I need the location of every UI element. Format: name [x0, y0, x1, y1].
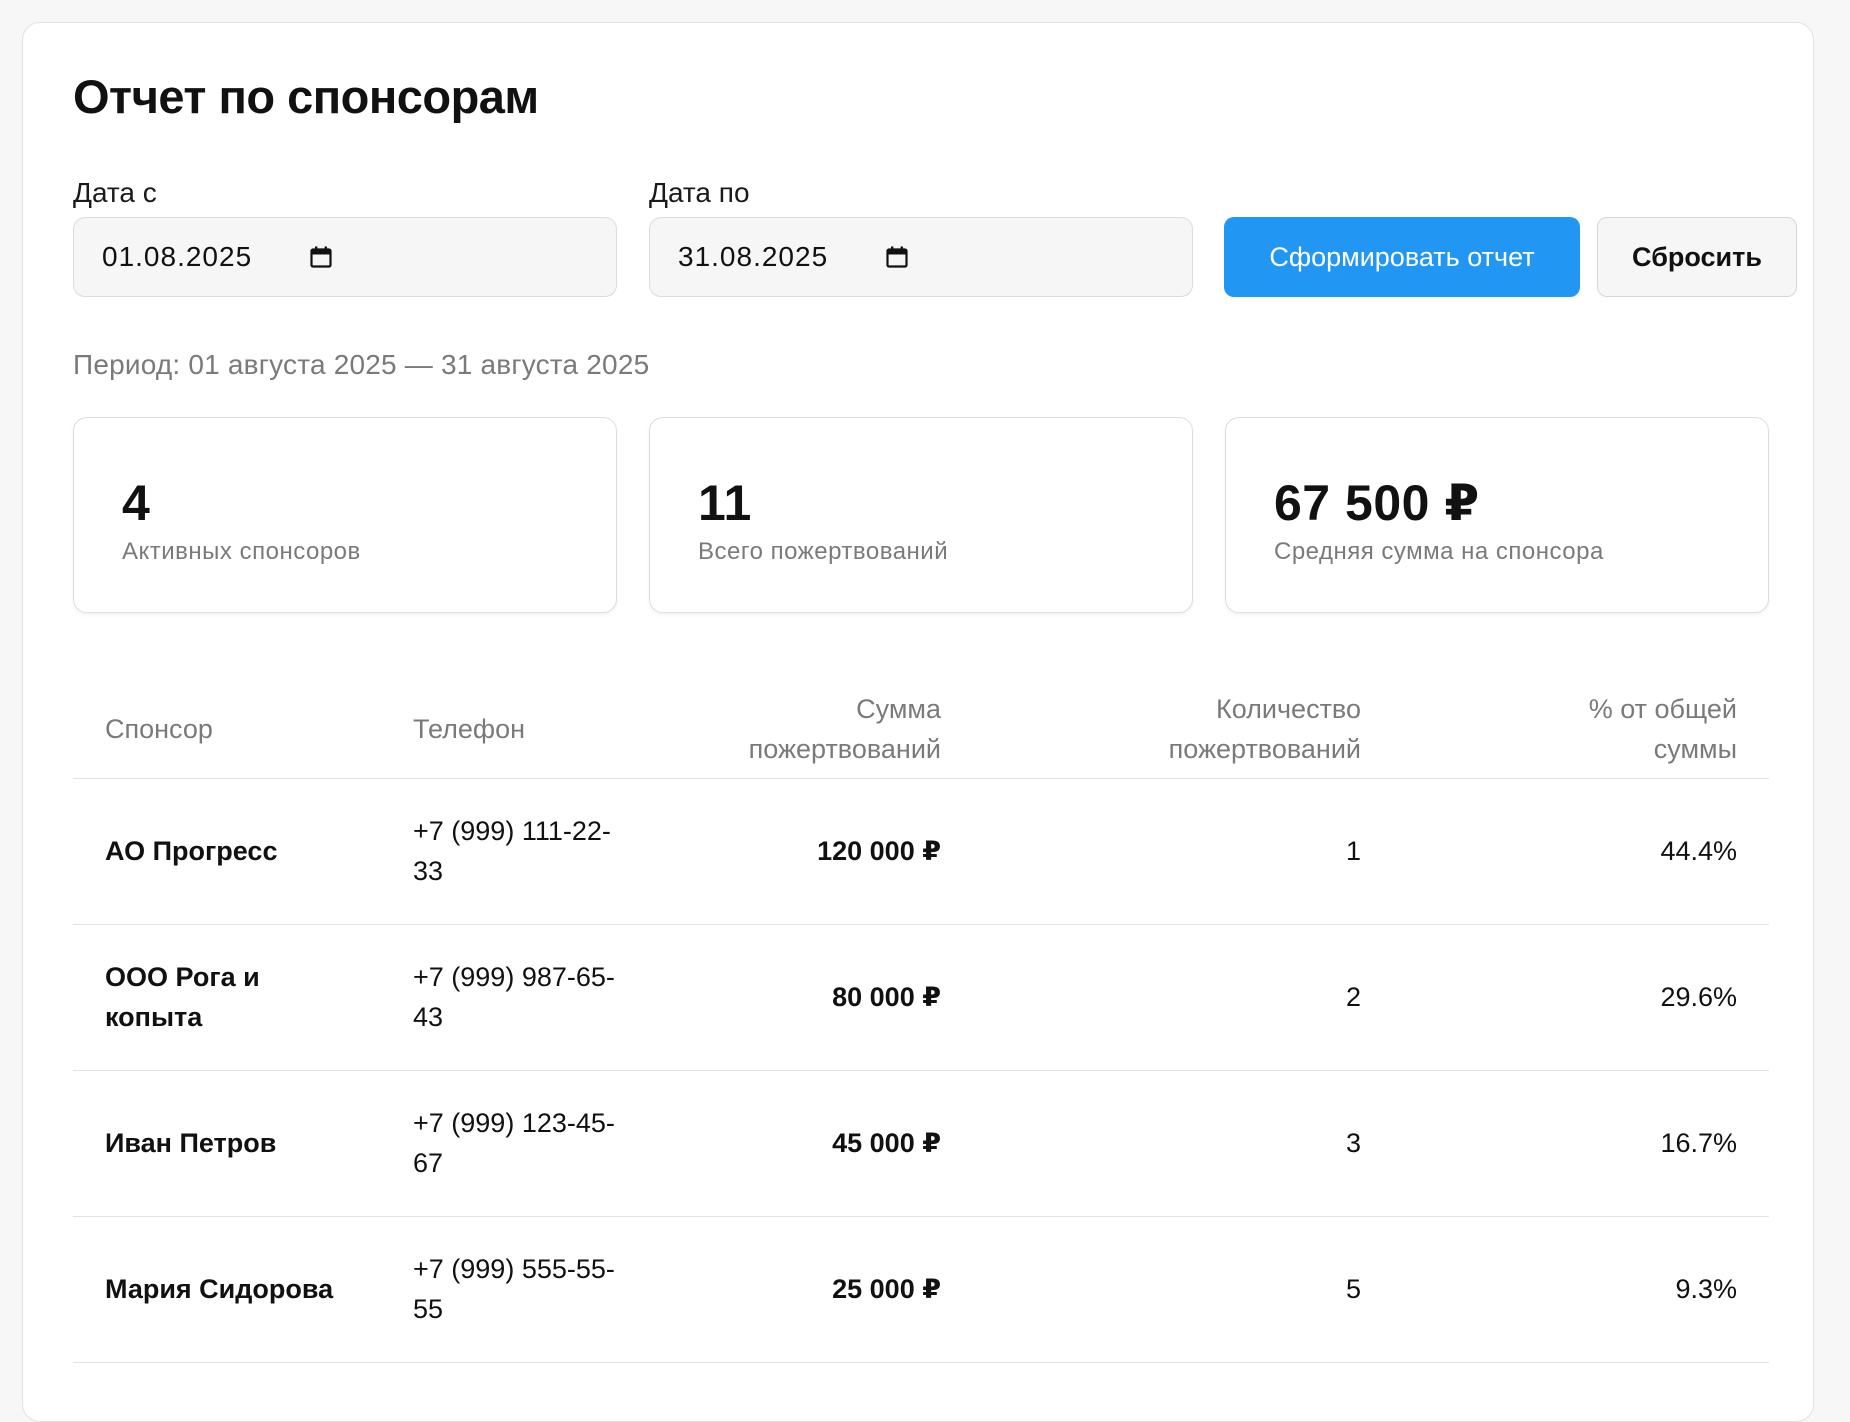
sponsor-name-line1: АО Прогресс: [105, 836, 278, 866]
sponsor-phone-line1: +7 (999) 123-45-: [413, 1108, 615, 1138]
sponsor-percent: 29.6%: [1660, 982, 1737, 1012]
stat-card-active-sponsors: 4 Активных спонсоров: [73, 417, 617, 613]
sponsor-phone-line2: 33: [413, 856, 444, 886]
stat-label: Всего пожертвований: [698, 538, 949, 565]
sponsor-name: Иван Петров: [105, 1123, 385, 1163]
sponsor-name-line1: Иван Петров: [105, 1128, 277, 1158]
sponsor-phone: +7 (999) 555-55- 55: [413, 1249, 653, 1329]
header-sum-line1: Сумма: [856, 694, 941, 724]
sponsor-name: АО Прогресс: [105, 831, 385, 871]
header-phone: Телефон: [413, 714, 526, 744]
header-count-line2: пожертвований: [1168, 734, 1361, 764]
sponsor-phone: +7 (999) 987-65- 43: [413, 957, 653, 1037]
sponsor-phone: +7 (999) 123-45- 67: [413, 1103, 653, 1183]
table-row: Мария Сидорова +7 (999) 555-55- 55 25 00…: [73, 1217, 1769, 1363]
sponsor-percent: 9.3%: [1675, 1274, 1737, 1304]
sponsor-name-line1: ООО Рога и: [105, 962, 260, 992]
date-from-input[interactable]: 01.08.2025: [73, 217, 617, 297]
header-count: Количество пожертвований: [1013, 689, 1361, 769]
header-count-line1: Количество: [1216, 694, 1361, 724]
date-to-label: Дата по: [649, 177, 750, 208]
generate-report-button[interactable]: Сформировать отчет: [1224, 217, 1580, 297]
stat-label: Средняя сумма на спонсора: [1274, 538, 1604, 565]
header-sponsor: Спонсор: [105, 714, 213, 744]
sponsor-percent: 44.4%: [1660, 836, 1737, 866]
stat-value: 67 500 ₽: [1274, 475, 1480, 531]
stat-label: Активных спонсоров: [122, 538, 361, 565]
table-row: ООО Рога и копыта +7 (999) 987-65- 43 80…: [73, 925, 1769, 1071]
report-card: Отчет по спонсорам Дата с 01.08.2025 Дат…: [22, 22, 1814, 1422]
stat-value: 4: [122, 475, 151, 531]
sponsor-phone-line2: 67: [413, 1148, 444, 1178]
sponsor-phone-line1: +7 (999) 987-65-: [413, 962, 615, 992]
sponsor-name-line1: Мария Сидорова: [105, 1274, 334, 1304]
sponsor-phone-line1: +7 (999) 555-55-: [413, 1254, 615, 1284]
sponsor-count: 3: [1345, 1128, 1361, 1158]
reset-button[interactable]: Сбросить: [1597, 217, 1797, 297]
stat-value: 11: [698, 475, 752, 531]
calendar-icon[interactable]: [886, 246, 908, 268]
stat-card-average-sum: 67 500 ₽ Средняя сумма на спонсора: [1225, 417, 1769, 613]
calendar-icon[interactable]: [310, 246, 332, 268]
sponsor-name: Мария Сидорова: [105, 1269, 385, 1309]
sponsors-table: Спонсор Телефон Сумма пожертвований Коли…: [73, 659, 1769, 1363]
sponsor-name: ООО Рога и копыта: [105, 957, 385, 1037]
date-from-label: Дата с: [73, 177, 157, 208]
table-header-row: Спонсор Телефон Сумма пожертвований Коли…: [73, 659, 1769, 779]
sponsor-sum: 80 000 ₽: [832, 982, 941, 1012]
header-sum-line2: пожертвований: [748, 734, 941, 764]
sponsor-percent: 16.7%: [1660, 1128, 1737, 1158]
sponsor-sum: 120 000 ₽: [817, 836, 941, 866]
stat-card-total-donations: 11 Всего пожертвований: [649, 417, 1193, 613]
page-title: Отчет по спонсорам: [73, 70, 539, 123]
header-percent-line2: суммы: [1653, 734, 1737, 764]
period-text: Период: 01 августа 2025 — 31 августа 202…: [73, 349, 650, 380]
sponsor-phone-line1: +7 (999) 111-22-: [413, 816, 611, 846]
date-from-value: 01.08.2025: [102, 241, 253, 272]
sponsor-count: 2: [1345, 982, 1361, 1012]
sponsor-phone-line2: 55: [413, 1294, 444, 1324]
table-row: АО Прогресс +7 (999) 111-22- 33 120 000 …: [73, 779, 1769, 925]
sponsor-phone: +7 (999) 111-22- 33: [413, 811, 653, 891]
table-row: Иван Петров +7 (999) 123-45- 67 45 000 ₽…: [73, 1071, 1769, 1217]
date-to-input[interactable]: 31.08.2025: [649, 217, 1193, 297]
date-to-value: 31.08.2025: [678, 241, 829, 272]
header-percent: % от общей суммы: [1413, 689, 1737, 769]
sponsor-sum: 25 000 ₽: [832, 1274, 941, 1304]
sponsor-count: 1: [1345, 836, 1361, 866]
sponsor-count: 5: [1345, 1274, 1361, 1304]
header-sum: Сумма пожертвований: [653, 689, 941, 769]
sponsor-name-line2: копыта: [105, 1002, 203, 1032]
sponsor-sum: 45 000 ₽: [832, 1128, 941, 1158]
sponsor-phone-line2: 43: [413, 1002, 444, 1032]
header-percent-line1: % от общей: [1588, 694, 1737, 724]
